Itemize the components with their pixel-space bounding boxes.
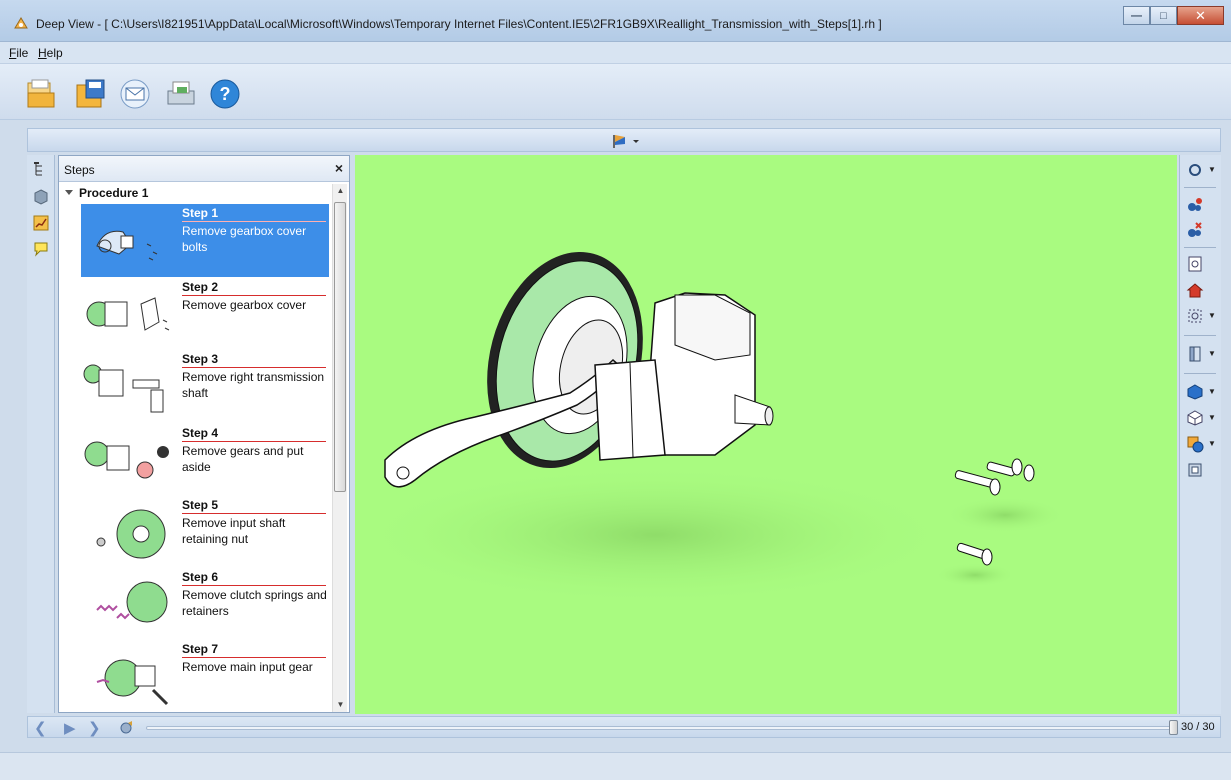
zoom-page-icon[interactable] [1186, 255, 1204, 273]
step-item-5[interactable]: Step 5 Remove input shaft retaining nut [81, 496, 329, 569]
step-title: Step 4 [182, 426, 326, 442]
collapse-icon[interactable] [1186, 221, 1204, 239]
maximize-button[interactable]: □ [1150, 6, 1177, 25]
expand-arrow-icon[interactable] [65, 190, 73, 195]
procedure-node[interactable]: Procedure 1 [65, 186, 148, 200]
playback-bar: ❮ ▶ ❯ 30 / 30 [27, 716, 1221, 738]
steps-scrollbar[interactable]: ▲ ▼ [332, 184, 347, 712]
save-icon[interactable] [74, 77, 108, 111]
chevron-down-icon[interactable]: ▼ [1208, 311, 1216, 320]
step-counter: 30 / 30 [1181, 721, 1215, 733]
step-slider-track[interactable] [146, 726, 1176, 730]
procedure-label: Procedure 1 [79, 186, 149, 200]
3d-viewport[interactable] [355, 155, 1177, 714]
step-item-4[interactable]: Step 4 Remove gears and put aside [81, 424, 329, 497]
steps-panel-close-button[interactable]: × [335, 160, 343, 176]
step-slider-knob[interactable] [1169, 720, 1178, 735]
menu-file[interactable]: File [9, 46, 28, 60]
step-thumbnail [96, 509, 166, 559]
zoom-fit-icon[interactable] [1186, 307, 1204, 325]
step-item-7[interactable]: Step 7 Remove main input gear [81, 640, 329, 713]
step-item-2[interactable]: Step 2 Remove gearbox cover [81, 278, 329, 351]
step-title: Step 2 [182, 280, 326, 296]
step-description: Remove right transmission shaft [182, 370, 325, 400]
deep-view-app-icon [14, 17, 28, 29]
flag-dropdown-icon[interactable] [611, 133, 643, 149]
chevron-down-icon[interactable]: ▼ [1208, 413, 1216, 422]
panel-tab-strip [27, 155, 55, 713]
scroll-up-arrow-icon[interactable]: ▲ [333, 184, 348, 198]
svg-text:?: ? [220, 84, 231, 104]
steps-panel-title: Steps [64, 163, 95, 177]
menu-help[interactable]: Help [38, 46, 63, 60]
rotate-icon[interactable] [1186, 161, 1204, 179]
section-icon[interactable] [1186, 345, 1204, 363]
chevron-down-icon[interactable]: ▼ [1208, 439, 1216, 448]
steps-panel-header: Steps × [59, 156, 349, 182]
play-icon[interactable]: ▶ [64, 719, 76, 737]
step-title: Step 5 [182, 498, 326, 514]
step-item-3[interactable]: Step 3 Remove right transmission shaft [81, 350, 329, 423]
step-title: Step 6 [182, 570, 326, 586]
steps-panel: Steps × Procedure 1 Step 1 Remove gearbo… [58, 155, 350, 713]
scrollbar-thumb[interactable] [334, 202, 346, 492]
camera-icon[interactable] [118, 720, 134, 736]
view-toolbar: ▼ ▼ ▼ ▼ ▼ ▼ [1179, 155, 1221, 714]
step-item-6[interactable]: Step 6 Remove clutch springs and retaine… [81, 568, 329, 641]
title-bar: Deep View - [ C:\Users\I821951\AppData\L… [0, 0, 1231, 42]
material-icon[interactable] [1186, 435, 1204, 453]
menu-bar: File Help [0, 42, 1231, 64]
scroll-down-arrow-icon[interactable]: ▼ [333, 698, 348, 712]
view-options-bar [27, 128, 1221, 152]
print-icon[interactable] [164, 77, 198, 111]
cube-icon[interactable] [33, 189, 49, 205]
next-step-icon[interactable]: ❯ [88, 719, 101, 737]
window-title: Deep View - [ C:\Users\I821951\AppData\L… [36, 17, 882, 31]
step-thumbnail [83, 364, 164, 413]
step-description: Remove gears and put aside [182, 444, 304, 474]
step-title: Step 3 [182, 352, 326, 368]
step-description: Remove clutch springs and retainers [182, 588, 327, 618]
comment-icon[interactable] [33, 241, 49, 257]
shaded-cube-icon[interactable] [1186, 383, 1204, 401]
transmission-model [355, 251, 1065, 605]
chevron-down-icon[interactable]: ▼ [1208, 165, 1216, 174]
email-icon[interactable] [118, 77, 152, 111]
step-description: Remove main input gear [182, 660, 313, 674]
open-icon[interactable] [24, 77, 58, 111]
step-thumbnail [96, 581, 168, 623]
fullscreen-icon[interactable] [1186, 461, 1204, 479]
step-thumbnail [96, 230, 158, 261]
tree-icon[interactable] [33, 161, 49, 177]
status-bar [0, 752, 1231, 780]
step-description: Remove gearbox cover bolts [182, 224, 307, 254]
explode-icon[interactable] [1186, 195, 1204, 213]
help-icon[interactable]: ? [208, 77, 242, 111]
step-item-1[interactable]: Step 1 Remove gearbox cover bolts [81, 204, 329, 277]
previous-step-icon[interactable]: ❮ [34, 719, 47, 737]
step-thumbnail [86, 297, 170, 331]
home-view-icon[interactable] [1186, 281, 1204, 299]
step-thumbnail [84, 441, 169, 479]
main-toolbar: ? [0, 64, 1231, 120]
step-description: Remove input shaft retaining nut [182, 516, 286, 546]
step-title: Step 1 [182, 206, 326, 222]
chevron-down-icon[interactable]: ▼ [1208, 387, 1216, 396]
close-button[interactable]: ✕ [1177, 6, 1224, 25]
chevron-down-icon[interactable]: ▼ [1208, 349, 1216, 358]
step-title: Step 7 [182, 642, 326, 658]
steps-icon[interactable] [33, 215, 49, 231]
wireframe-cube-icon[interactable] [1186, 409, 1204, 427]
minimize-button[interactable]: — [1123, 6, 1150, 25]
step-thumbnail [96, 659, 169, 706]
step-description: Remove gearbox cover [182, 298, 307, 312]
